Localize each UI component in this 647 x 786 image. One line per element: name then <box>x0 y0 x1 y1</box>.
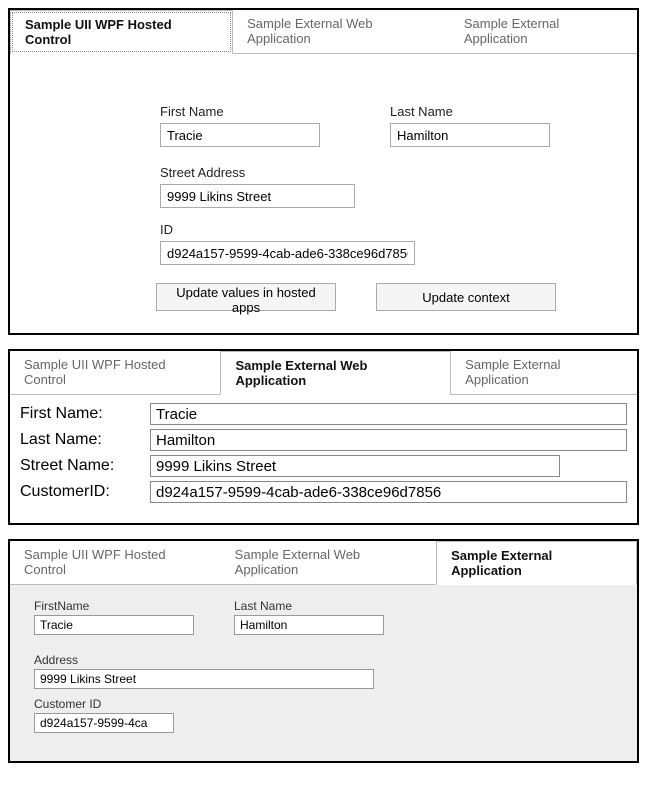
first-name-label: FirstName <box>34 599 194 613</box>
panel-external-web-app: Sample UII WPF Hosted Control Sample Ext… <box>8 349 639 525</box>
id-label: ID <box>160 222 597 237</box>
first-name-input[interactable] <box>160 123 320 147</box>
last-name-label: Last Name <box>390 104 550 119</box>
tab-ext[interactable]: Sample External Application <box>450 10 637 53</box>
street-label: Street Address <box>160 165 597 180</box>
last-name-field: Last Name <box>234 599 384 635</box>
street-name-input[interactable] <box>150 455 560 477</box>
tab-strip-2: Sample UII WPF Hosted Control Sample Ext… <box>10 351 637 395</box>
first-name-input[interactable] <box>34 615 194 635</box>
address-label: Address <box>34 653 619 667</box>
ext-form-body: FirstName Last Name Address Customer ID <box>10 585 637 761</box>
tab-wpf[interactable]: Sample UII WPF Hosted Control <box>10 351 220 394</box>
wpf-form-body: First Name Last Name Street Address ID U… <box>10 54 637 333</box>
first-name-field: First Name <box>160 104 320 147</box>
tab-strip-3: Sample UII WPF Hosted Control Sample Ext… <box>10 541 637 585</box>
street-input[interactable] <box>160 184 355 208</box>
customer-id-label: CustomerID: <box>20 483 150 501</box>
customer-id-input[interactable] <box>150 481 627 503</box>
panel-external-app: Sample UII WPF Hosted Control Sample Ext… <box>8 539 639 763</box>
tab-web[interactable]: Sample External Web Application <box>220 351 451 395</box>
id-field: ID <box>160 222 597 265</box>
first-name-field: FirstName <box>34 599 194 635</box>
update-context-button[interactable]: Update context <box>376 283 556 311</box>
first-name-input[interactable] <box>150 403 627 425</box>
tab-web[interactable]: Sample External Web Application <box>233 10 450 53</box>
customer-id-field: Customer ID <box>34 697 619 733</box>
street-name-label: Street Name: <box>20 457 150 475</box>
last-name-label: Last Name: <box>20 431 150 449</box>
address-field: Address <box>34 653 619 689</box>
last-name-input[interactable] <box>390 123 550 147</box>
address-input[interactable] <box>34 669 374 689</box>
street-field: Street Address <box>160 165 597 208</box>
last-name-label: Last Name <box>234 599 384 613</box>
tab-ext[interactable]: Sample External Application <box>451 351 637 394</box>
first-name-label: First Name: <box>20 405 150 423</box>
id-input[interactable] <box>160 241 415 265</box>
last-name-input[interactable] <box>150 429 627 451</box>
tab-strip-1: Sample UII WPF Hosted Control Sample Ext… <box>10 10 637 54</box>
first-name-label: First Name <box>160 104 320 119</box>
customer-id-input[interactable] <box>34 713 174 733</box>
update-hosted-apps-button[interactable]: Update values in hosted apps <box>156 283 336 311</box>
panel-wpf-hosted-control: Sample UII WPF Hosted Control Sample Ext… <box>8 8 639 335</box>
last-name-input[interactable] <box>234 615 384 635</box>
tab-web[interactable]: Sample External Web Application <box>221 541 436 584</box>
tab-wpf[interactable]: Sample UII WPF Hosted Control <box>10 541 221 584</box>
web-form-body: First Name: Last Name: Street Name: Cust… <box>10 395 637 523</box>
customer-id-label: Customer ID <box>34 697 619 711</box>
last-name-field: Last Name <box>390 104 550 147</box>
tab-wpf[interactable]: Sample UII WPF Hosted Control <box>10 10 233 54</box>
tab-ext[interactable]: Sample External Application <box>436 541 637 585</box>
